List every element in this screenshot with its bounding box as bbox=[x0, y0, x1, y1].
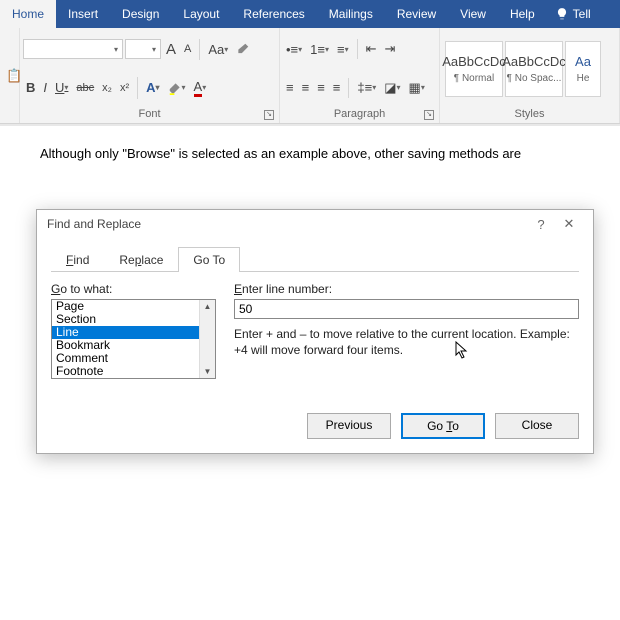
ribbon-tabs: Home Insert Design Layout References Mai… bbox=[0, 0, 620, 28]
strike-button[interactable]: abc bbox=[73, 80, 97, 96]
tab-goto[interactable]: Go To bbox=[178, 247, 240, 272]
go-to-what-list[interactable]: Page Section Line Bookmark Comment Footn… bbox=[51, 299, 216, 379]
list-scrollbar[interactable]: ▲ ▼ bbox=[199, 300, 215, 378]
paragraph-dialog-launcher[interactable]: ↘ bbox=[424, 110, 434, 120]
dialog-titlebar[interactable]: Find and Replace ? ✕ bbox=[37, 210, 593, 238]
decrease-indent-button[interactable]: ⇤ bbox=[363, 39, 380, 59]
underline-button[interactable]: U▾ bbox=[52, 78, 71, 97]
tab-view[interactable]: View bbox=[448, 0, 498, 28]
close-button[interactable]: Close bbox=[495, 413, 579, 439]
font-name-combo[interactable]: ▾ bbox=[23, 39, 123, 59]
align-center-button[interactable]: ≡ bbox=[299, 78, 313, 97]
shrink-font-button[interactable]: A bbox=[181, 41, 194, 57]
tell-me[interactable]: Tell bbox=[547, 0, 599, 28]
paste-button[interactable]: 📋 bbox=[3, 66, 16, 86]
tab-find[interactable]: Find bbox=[51, 247, 104, 272]
bullets-button[interactable]: •≡▾ bbox=[283, 40, 305, 59]
tab-mailings[interactable]: Mailings bbox=[317, 0, 385, 28]
paragraph-group: •≡▾ 1≡▾ ≡▾ ⇤ ⇥ ≡ ≡ ≡ ≡ ‡≡▾ ◪▾ ▦▾ Paragra… bbox=[280, 28, 440, 123]
dialog-close-button[interactable]: ✕ bbox=[555, 216, 583, 232]
tab-review[interactable]: Review bbox=[385, 0, 448, 28]
dialog-tabs: Find Replace Go To bbox=[51, 246, 579, 272]
go-to-what-label: Go to what: bbox=[51, 282, 216, 296]
find-replace-dialog: Find and Replace ? ✕ Find Replace Go To … bbox=[36, 209, 594, 454]
align-left-button[interactable]: ≡ bbox=[283, 78, 297, 97]
goto-hint-text: Enter + and – to move relative to the cu… bbox=[234, 327, 579, 358]
dialog-help-button[interactable]: ? bbox=[527, 217, 555, 232]
enter-line-label: Enter line number: bbox=[234, 282, 579, 296]
tab-design[interactable]: Design bbox=[110, 0, 171, 28]
previous-button[interactable]: Previous bbox=[307, 413, 391, 439]
shading-button[interactable]: ◪▾ bbox=[381, 78, 403, 98]
font-group: ▾ ▾ A A Aa▾ B I U▾ abc x₂ x² A▾ ▾ A▾ Fo bbox=[20, 28, 280, 123]
change-case-button[interactable]: Aa▾ bbox=[205, 40, 231, 59]
numbering-button[interactable]: 1≡▾ bbox=[307, 40, 332, 59]
document-body-text: Although only "Browse" is selected as an… bbox=[40, 146, 580, 161]
eraser-icon bbox=[236, 42, 250, 56]
font-color-button[interactable]: A▾ bbox=[191, 77, 210, 99]
ribbon-content: 📋 ▾ ▾ A A Aa▾ B I U▾ abc x₂ x² A▾ ▾ bbox=[0, 28, 620, 124]
list-item-footnote[interactable]: Footnote bbox=[52, 365, 215, 378]
line-spacing-button[interactable]: ‡≡▾ bbox=[354, 78, 379, 97]
tab-insert[interactable]: Insert bbox=[56, 0, 110, 28]
borders-button[interactable]: ▦▾ bbox=[406, 78, 428, 98]
subscript-button[interactable]: x₂ bbox=[99, 80, 115, 96]
dialog-title: Find and Replace bbox=[47, 217, 141, 231]
tab-help[interactable]: Help bbox=[498, 0, 547, 28]
tell-me-label: Tell bbox=[573, 7, 591, 21]
increase-indent-button[interactable]: ⇥ bbox=[382, 39, 399, 59]
tab-layout[interactable]: Layout bbox=[171, 0, 231, 28]
style-no-spacing[interactable]: AaBbCcDc¶ No Spac... bbox=[505, 41, 563, 97]
align-right-button[interactable]: ≡ bbox=[314, 78, 328, 97]
clipboard-group: 📋 bbox=[0, 28, 20, 123]
scroll-down-icon[interactable]: ▼ bbox=[204, 365, 212, 378]
style-normal[interactable]: AaBbCcDc¶ Normal bbox=[445, 41, 503, 97]
grow-font-button[interactable]: A bbox=[163, 39, 179, 60]
font-group-label: Font↘ bbox=[23, 107, 276, 121]
tab-references[interactable]: References bbox=[231, 0, 316, 28]
tab-home[interactable]: Home bbox=[0, 0, 56, 28]
document-area[interactable]: Although only "Browse" is selected as an… bbox=[0, 124, 620, 184]
styles-group: AaBbCcDc¶ Normal AaBbCcDc¶ No Spac... Aa… bbox=[440, 28, 620, 123]
font-dialog-launcher[interactable]: ↘ bbox=[264, 110, 274, 120]
multilevel-button[interactable]: ≡▾ bbox=[334, 40, 352, 59]
clear-formatting-button[interactable] bbox=[233, 40, 253, 58]
text-effects-button[interactable]: A▾ bbox=[143, 78, 162, 97]
goto-button[interactable]: Go To bbox=[401, 413, 485, 439]
highlight-button[interactable]: ▾ bbox=[165, 79, 189, 97]
bold-button[interactable]: B bbox=[23, 78, 38, 97]
font-size-combo[interactable]: ▾ bbox=[125, 39, 161, 59]
scroll-up-icon[interactable]: ▲ bbox=[204, 300, 212, 313]
line-number-input[interactable] bbox=[234, 299, 579, 319]
tab-replace[interactable]: Replace bbox=[104, 247, 178, 272]
paragraph-group-label: Paragraph↘ bbox=[283, 107, 436, 121]
highlighter-icon bbox=[168, 81, 182, 95]
italic-button[interactable]: I bbox=[40, 78, 50, 97]
superscript-button[interactable]: x² bbox=[117, 80, 132, 96]
style-heading[interactable]: AaHe bbox=[565, 41, 601, 97]
lightbulb-icon bbox=[555, 7, 569, 21]
styles-group-label: Styles bbox=[443, 107, 616, 121]
justify-button[interactable]: ≡ bbox=[330, 78, 344, 97]
